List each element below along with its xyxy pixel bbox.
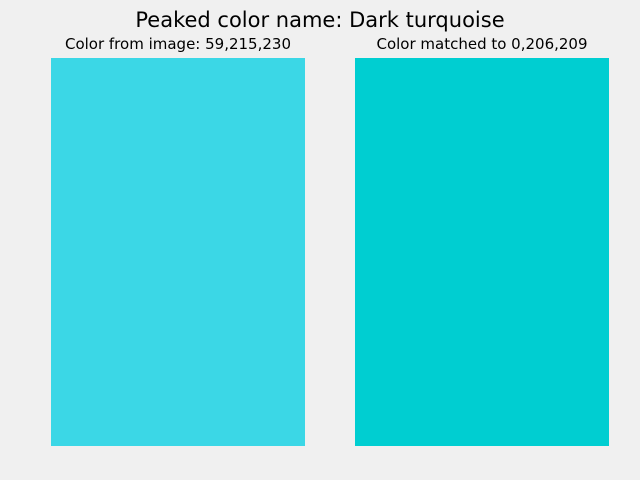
image-color-swatch <box>51 58 305 446</box>
matched-color-panel: Color matched to 0,206,209 <box>355 32 609 446</box>
matched-color-swatch <box>355 58 609 446</box>
image-color-panel: Color from image: 59,215,230 <box>51 32 305 446</box>
matched-color-label: Color matched to 0,206,209 <box>376 35 588 53</box>
figure-title: Peaked color name: Dark turquoise <box>135 8 505 32</box>
image-color-label: Color from image: 59,215,230 <box>64 35 292 53</box>
